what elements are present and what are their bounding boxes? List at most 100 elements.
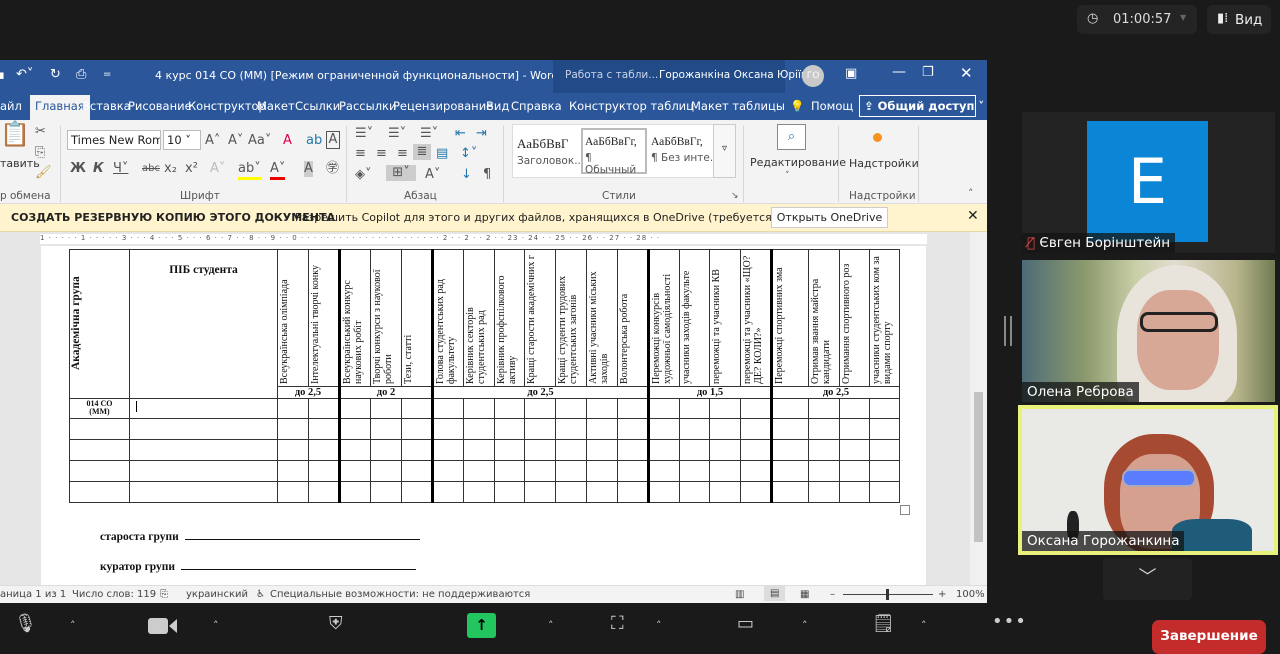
table-cell[interactable] [277, 398, 309, 419]
apps-icon[interactable]: ⛶ [611, 613, 624, 634]
table-cell[interactable] [494, 460, 525, 482]
decrease-indent-icon[interactable]: ⇤ [455, 126, 466, 142]
table-cell[interactable] [401, 398, 433, 419]
read-mode-icon[interactable]: ▥ [735, 589, 744, 600]
table-cell[interactable] [129, 418, 278, 440]
table-cell[interactable] [869, 460, 900, 482]
table-cell[interactable] [869, 398, 900, 419]
horizontal-ruler[interactable]: 1 · · · · · 1 · · · · · 3 · · · 4 · · · … [0, 232, 970, 246]
table-cell[interactable] [463, 460, 495, 482]
column-header[interactable]: Переможці спортивних зма [770, 249, 809, 387]
tab-design[interactable]: Конструктор [188, 99, 266, 113]
table-cell[interactable] [524, 398, 556, 419]
close-notification-icon[interactable]: ✕ [967, 208, 979, 224]
tab-layout[interactable]: Макет [257, 99, 295, 113]
table-cell[interactable] [129, 439, 278, 461]
strikethrough-icon[interactable]: abc [142, 161, 160, 177]
sort-icon[interactable]: ↓ [461, 167, 472, 183]
table-cell[interactable] [555, 398, 587, 419]
user-avatar[interactable]: ГО [802, 65, 824, 87]
participant-tile[interactable]: E 🎙̸ Євген Борінштейн [1022, 112, 1275, 253]
table-cell[interactable] [431, 398, 464, 419]
table-cell[interactable] [69, 439, 130, 461]
whiteboard-icon[interactable]: ▭ [737, 613, 754, 634]
scroll-participants-down-button[interactable]: ﹀ [1103, 558, 1192, 600]
table-cell[interactable] [277, 460, 309, 482]
bold-icon[interactable]: Ж [70, 161, 86, 177]
addins-button[interactable]: Надстройки [849, 157, 919, 170]
style-heading[interactable]: АаБбВвГ Заголовок... [515, 128, 584, 174]
table-resize-handle[interactable] [900, 505, 910, 515]
column-header[interactable]: Волонтерська робота [617, 249, 649, 387]
table-cell[interactable] [431, 439, 464, 461]
participant-tile[interactable]: Олена Реброва [1022, 260, 1275, 402]
table-cell[interactable] [839, 481, 870, 503]
scrollbar-thumb[interactable] [974, 392, 983, 542]
column-header[interactable]: Всеукраїнський конкурс наукових робіт [338, 249, 371, 387]
table-cell[interactable] [839, 418, 870, 440]
table-cell[interactable] [494, 481, 525, 503]
table-cell[interactable] [129, 398, 278, 419]
table-cell[interactable] [647, 460, 680, 482]
subscript-icon[interactable]: x₂ [164, 161, 177, 177]
table-cell[interactable] [555, 460, 587, 482]
panel-resize-handle[interactable] [1004, 316, 1012, 346]
table-cell[interactable] [338, 418, 371, 440]
table-cell[interactable] [647, 481, 680, 503]
style-no-spacing[interactable]: АаБбВвГг, ¶ Без инте... [649, 128, 715, 174]
column-header[interactable]: ПІБ студента [129, 249, 278, 399]
table-cell[interactable] [463, 439, 495, 461]
styles-more-button[interactable]: ▿ [713, 124, 736, 178]
justify-icon[interactable]: ≣ [413, 144, 431, 160]
table-cell[interactable] [839, 439, 870, 461]
align-right-icon[interactable]: ≡ [397, 146, 408, 162]
table-cell[interactable] [740, 481, 772, 503]
table-cell[interactable] [617, 481, 649, 503]
tab-review[interactable]: Рецензирование [393, 99, 493, 113]
search-icon[interactable]: ⌕ [777, 124, 806, 150]
numbering-icon[interactable]: ☰˅ [388, 126, 406, 142]
microphone-icon[interactable]: 🎙 [14, 613, 37, 634]
copy-icon[interactable]: ⎘ [35, 145, 45, 161]
table-cell[interactable] [308, 481, 340, 503]
table-cell[interactable] [69, 481, 130, 503]
table-cell[interactable] [524, 418, 556, 440]
column-header[interactable]: Голова студентських рад факультету [431, 249, 464, 387]
table-cell[interactable] [808, 481, 840, 503]
print-preview-icon[interactable]: ⎙ [76, 67, 86, 83]
table-cell[interactable] [869, 439, 900, 461]
table-cell[interactable] [555, 481, 587, 503]
font-size-select[interactable]: 10 ˅ [163, 130, 201, 150]
table-cell[interactable] [338, 460, 371, 482]
table-cell[interactable] [617, 439, 649, 461]
collapse-ribbon-icon[interactable]: ˄ [968, 186, 974, 202]
highlight-icon[interactable]: ab˅ [238, 161, 261, 180]
table-cell[interactable] [338, 398, 371, 419]
zoom-slider-thumb[interactable] [886, 589, 889, 600]
notes-icon[interactable]: 🗒 [872, 613, 895, 634]
accessibility-status[interactable]: Специальные возможности: не поддерживают… [270, 589, 530, 600]
table-cell[interactable] [277, 439, 309, 461]
tab-file[interactable]: айл [0, 99, 22, 113]
table-cell[interactable] [839, 398, 870, 419]
column-header[interactable]: Академічна група [69, 249, 130, 399]
camera-icon[interactable] [148, 618, 168, 634]
style-normal[interactable]: АаБбВвГг, ¶ Обычный [581, 128, 647, 176]
tab-mailings[interactable]: Рассылки [339, 99, 396, 113]
column-header[interactable]: Отримання спортивного роз [839, 249, 870, 387]
table-cell[interactable] [586, 439, 618, 461]
tab-help[interactable]: Справка [511, 99, 562, 113]
table-cell[interactable] [709, 439, 741, 461]
column-header[interactable]: Активні учасники міських заходів [586, 249, 618, 387]
table-cell[interactable] [555, 439, 587, 461]
share-options-caret[interactable]: ˄ [548, 619, 554, 632]
column-header[interactable]: Переможці конкурсів художньої самодіяльн… [647, 249, 680, 387]
table-cell[interactable] [617, 398, 649, 419]
table-cell[interactable] [586, 398, 618, 419]
font-color-icon[interactable]: A˅ [270, 161, 286, 180]
tab-insert[interactable]: Вставка [82, 99, 131, 113]
paragraph-shading-icon[interactable]: ◈˅ [355, 167, 372, 183]
end-meeting-button[interactable]: Завершение [1152, 620, 1266, 654]
table-cell[interactable] [709, 418, 741, 440]
grow-font-icon[interactable]: A˄ [205, 133, 220, 149]
